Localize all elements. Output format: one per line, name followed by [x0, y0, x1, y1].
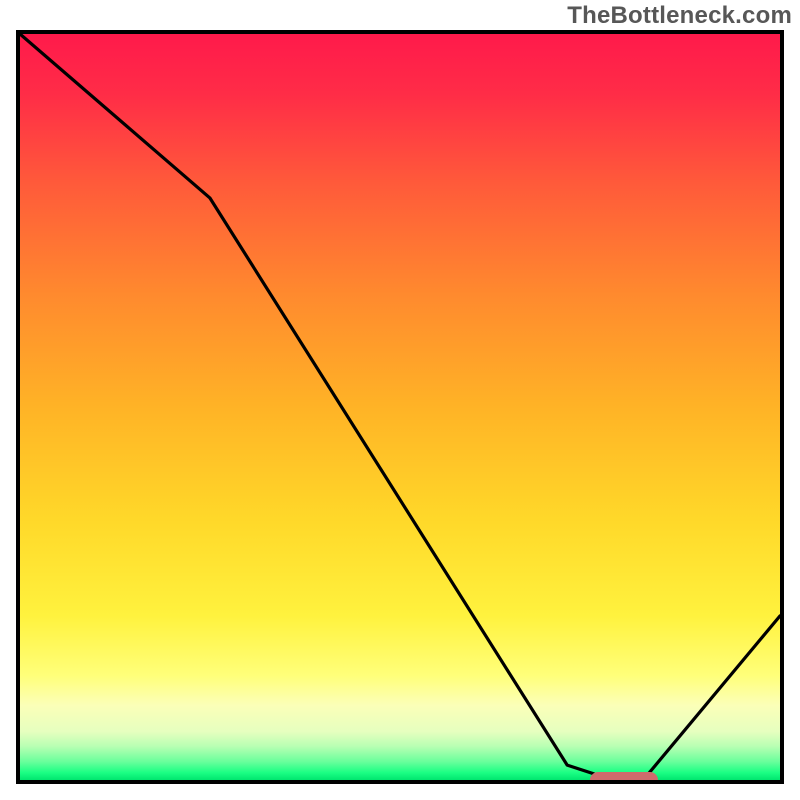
plot-frame	[16, 30, 784, 784]
chart-container: TheBottleneck.com	[0, 0, 800, 800]
curve-path	[20, 34, 780, 780]
curve-line	[20, 34, 780, 780]
optimal-range-marker	[590, 772, 658, 784]
watermark-text: TheBottleneck.com	[567, 2, 792, 30]
